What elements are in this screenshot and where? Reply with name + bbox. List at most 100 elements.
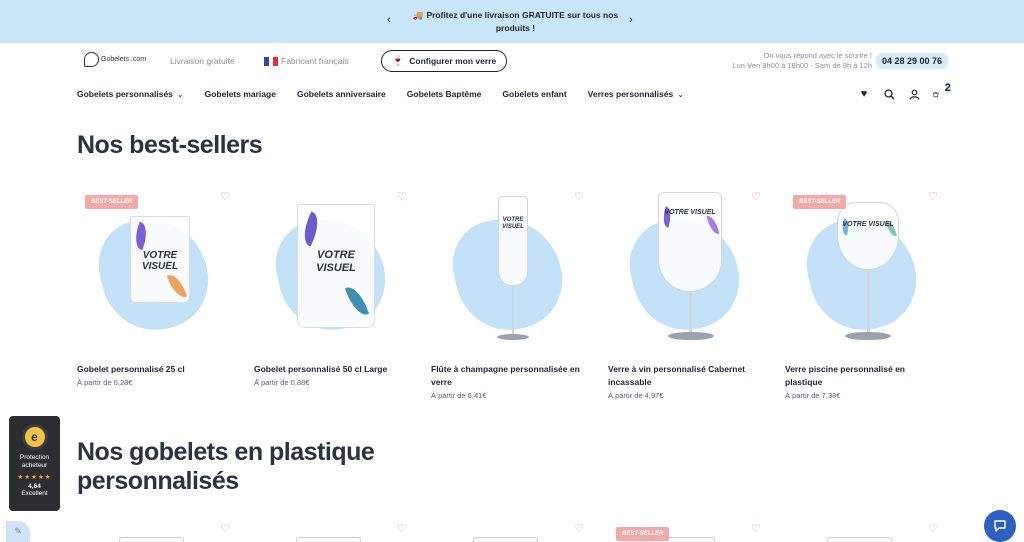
- site-logo[interactable]: Gobelets .com: [84, 52, 146, 67]
- leaf-decoration: [344, 283, 370, 319]
- nav-gobelets-mariage[interactable]: Gobelets mariage: [205, 89, 276, 99]
- nav-gobelets-enfant[interactable]: Gobelets enfant: [502, 89, 566, 99]
- trusted-seal-icon: e: [21, 424, 48, 450]
- nav-label: Gobelets personnalisés: [77, 89, 173, 99]
- cart-count-badge: 2: [944, 82, 951, 94]
- support-schedule: Lun-Ven 9h00 à 18h00 - Sam de 9h à 12h: [732, 61, 872, 70]
- product-price: À partir de 7,38€: [785, 391, 841, 400]
- leaf-decoration: [166, 271, 188, 301]
- pool-glass-base: [845, 332, 891, 340]
- flute-stem: [512, 286, 514, 336]
- chat-icon: [994, 520, 1006, 532]
- flute-base: [497, 334, 529, 340]
- product-image[interactable]: BEST-SELLER ♡ VOTRE VISUEL: [785, 188, 939, 352]
- best-seller-badge: BEST-SELLER: [616, 527, 670, 541]
- logo-text: Gobelets .com: [101, 56, 147, 63]
- wishlist-icon[interactable]: ♥: [858, 88, 870, 100]
- product-card[interactable]: BEST-SELLER ♡: [608, 520, 762, 542]
- leaf-decoration: [706, 214, 720, 236]
- logo-icon: [84, 52, 99, 67]
- search-icon[interactable]: [883, 88, 895, 100]
- product-card[interactable]: BEST-SELLER ♡ VOTRE VISUEL Verre piscine…: [785, 188, 939, 400]
- product-name[interactable]: Gobelet personnalisé 25 cl: [77, 363, 231, 376]
- product-name[interactable]: Verre piscine personnalisé en plastique: [785, 363, 939, 389]
- cup-visual-text: VOTRE VISUEL: [842, 221, 894, 228]
- rating-stars: ★★★★★: [17, 474, 52, 481]
- promo-message: 🚚 Profitez d'une livraison GRATUITE sur t…: [408, 9, 623, 35]
- product-name[interactable]: Flûte à champagne personnalisée en verre: [431, 363, 585, 389]
- cup-visual-text: VOTRE VISUEL: [141, 250, 179, 272]
- promo-text: Profitez d'une livraison GRATUITE sur to…: [426, 10, 619, 33]
- pool-glass-stem: [867, 270, 870, 334]
- heart-icon[interactable]: ♡: [397, 190, 407, 203]
- nav-gobelets-personnalises[interactable]: Gobelets personnalisés ⌄: [77, 89, 184, 99]
- nav-gobelets-bapteme[interactable]: Gobelets Baptême: [407, 89, 482, 99]
- account-icon[interactable]: [908, 88, 920, 100]
- product-price: À partir de 4,97€: [608, 391, 664, 400]
- product-card[interactable]: ♡ VOTRE VISUEL Flûte à champagne personn…: [431, 188, 585, 400]
- configure-glass-label: Configurer mon verre: [409, 56, 497, 66]
- france-flag-icon: [264, 56, 279, 66]
- plastic-cups-grid: ♡ ♡ ♡ BEST-SELLER ♡ ♡: [77, 520, 939, 542]
- product-image[interactable]: ♡ VOTRE VISUEL: [608, 188, 762, 352]
- product-card[interactable]: ♡ VOTRE VISUEL Verre à vin personnalisé …: [608, 188, 762, 400]
- product-image[interactable]: ♡ VOTRE VISUEL: [431, 188, 585, 352]
- heart-icon[interactable]: ♡: [928, 522, 938, 535]
- chevron-right-icon[interactable]: ›: [629, 14, 633, 26]
- heart-icon[interactable]: ♡: [751, 190, 761, 203]
- product-name[interactable]: Gobelet personnalisé 50 cl Large: [254, 363, 408, 376]
- cup-rim: [827, 537, 892, 542]
- plastic-cups-title: Nos gobelets en plastique personnalisés: [77, 438, 375, 496]
- plastic-title-line2: personnalisés: [77, 467, 239, 495]
- product-card[interactable]: ♡: [254, 520, 408, 542]
- free-shipping-label: Livraison gratuite: [170, 56, 235, 66]
- wine-glass-bowl: VOTRE VISUEL: [658, 192, 722, 292]
- product-price: À partir de 0,88€: [254, 378, 310, 387]
- cup-rim: [119, 537, 184, 542]
- chat-button[interactable]: [984, 510, 1016, 542]
- cart-icon[interactable]: 2: [933, 82, 951, 100]
- trust-line2: acheteur: [21, 462, 48, 469]
- best-seller-badge: BEST-SELLER: [793, 195, 847, 209]
- product-card[interactable]: ♡: [431, 520, 585, 542]
- product-card[interactable]: ♡ VOTRE VISUEL Gobelet personnalisé 50 c…: [254, 188, 408, 400]
- product-card[interactable]: ♡: [77, 520, 231, 542]
- made-in-france-label: Fabricant français: [264, 56, 349, 66]
- product-name[interactable]: Verre à vin personnalisé Cabernet incass…: [608, 363, 762, 389]
- cup-visual-text: VOTRE VISUEL: [316, 249, 356, 274]
- header-icons: ♥ 2: [858, 82, 951, 100]
- accessibility-icon[interactable]: ✎: [6, 521, 30, 542]
- pool-glass-bowl: VOTRE VISUEL: [837, 202, 899, 270]
- heart-icon[interactable]: ♡: [220, 190, 230, 203]
- product-price: À partir de 6,41€: [431, 391, 487, 400]
- product-card[interactable]: ♡: [785, 520, 939, 542]
- chevron-down-icon: ⌄: [176, 90, 184, 99]
- heart-icon[interactable]: ♡: [574, 190, 584, 203]
- rating-label: Excellent: [21, 490, 48, 497]
- wine-glass-icon: 🍷: [391, 55, 405, 67]
- best-seller-badge: BEST-SELLER: [85, 195, 139, 209]
- plastic-title-line1: Nos gobelets en plastique: [77, 438, 375, 466]
- heart-icon[interactable]: ♡: [751, 522, 761, 535]
- site-header: Gobelets .com Livraison gratuite Fabrica…: [0, 43, 1024, 113]
- product-image[interactable]: BEST-SELLER ♡ VOTRE VISUEL: [77, 188, 231, 352]
- product-card[interactable]: BEST-SELLER ♡ VOTRE VISUEL Gobelet perso…: [77, 188, 231, 400]
- trust-badge-widget[interactable]: e Protection acheteur ★★★★★ 4,64 Excelle…: [9, 416, 60, 511]
- heart-icon[interactable]: ♡: [574, 522, 584, 535]
- heart-icon[interactable]: ♡: [220, 522, 230, 535]
- cup-25cl: VOTRE VISUEL: [130, 216, 190, 303]
- product-image[interactable]: ♡ VOTRE VISUEL: [254, 188, 408, 352]
- rating-score: 4,64: [28, 483, 41, 490]
- wine-glass-base: [668, 332, 714, 340]
- support-tagline: On vous répond avec le sourire !: [763, 51, 872, 60]
- support-hours: On vous répond avec le sourire ! Lun-Ven…: [732, 51, 872, 71]
- cup-visual-text: VOTRE VISUEL: [502, 217, 524, 230]
- heart-icon[interactable]: ♡: [928, 190, 938, 203]
- phone-number-button[interactable]: 04 28 29 00 76: [876, 53, 949, 69]
- nav-gobelets-anniversaire[interactable]: Gobelets anniversaire: [297, 89, 386, 99]
- configure-glass-button[interactable]: 🍷 Configurer mon verre: [381, 50, 507, 72]
- heart-icon[interactable]: ♡: [397, 522, 407, 535]
- nav-verres-personnalises[interactable]: Verres personnalisés ⌄: [588, 89, 684, 99]
- product-price: À partir de 0,28€: [77, 378, 133, 387]
- chevron-left-icon[interactable]: ‹: [387, 14, 391, 26]
